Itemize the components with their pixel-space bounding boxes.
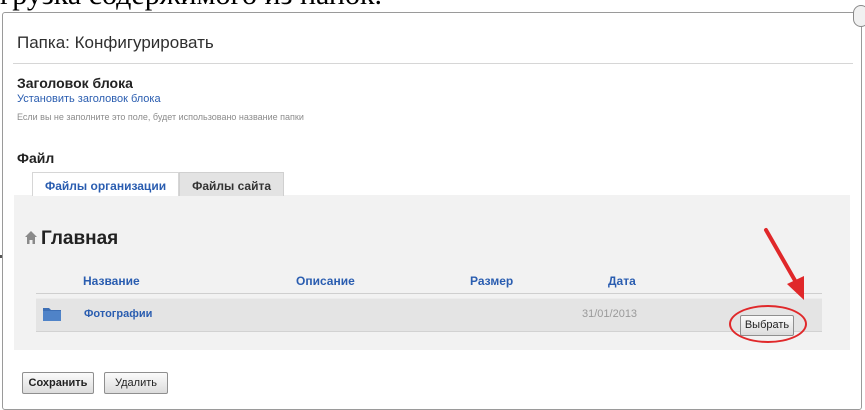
dialog-close-button[interactable] [853,5,865,27]
folder-name-link[interactable]: Фотографии [84,308,152,320]
file-source-tabs: Файлы организации Файлы сайта [32,172,284,196]
set-block-title-link[interactable]: Установить заголовок блока [17,93,161,105]
breadcrumb-home[interactable]: Главная [24,228,118,251]
save-button[interactable]: Сохранить [22,372,94,394]
delete-button[interactable]: Удалить [104,372,168,394]
left-edge-mark [0,255,2,258]
block-title-label: Заголовок блока [17,75,133,91]
table-header-divider [36,293,822,294]
dialog-title: Папка: Конфигурировать [17,33,214,52]
red-arrow-icon [764,228,804,300]
folder-icon [42,306,62,327]
column-header-date[interactable]: Дата [608,274,636,288]
document-caption-fragment: грузка содержимого из папок. [0,0,382,12]
tab-site-files[interactable]: Файлы сайта [179,172,284,196]
column-header-description[interactable]: Описание [296,274,355,288]
column-header-size[interactable]: Размер [470,274,513,288]
tab-organization-files[interactable]: Файлы организации [32,172,180,196]
folder-date: 31/01/2013 [582,308,638,320]
block-title-help-text: Если вы не заполните это поле, будет исп… [17,112,304,122]
column-header-name[interactable]: Название [83,274,140,288]
red-highlight-ring [729,305,807,343]
home-icon [24,229,38,251]
file-label: Файл [17,150,55,166]
title-divider [13,63,853,64]
breadcrumb-home-label: Главная [41,228,119,249]
table-row: Фотографии 31/01/2013 [36,298,822,332]
